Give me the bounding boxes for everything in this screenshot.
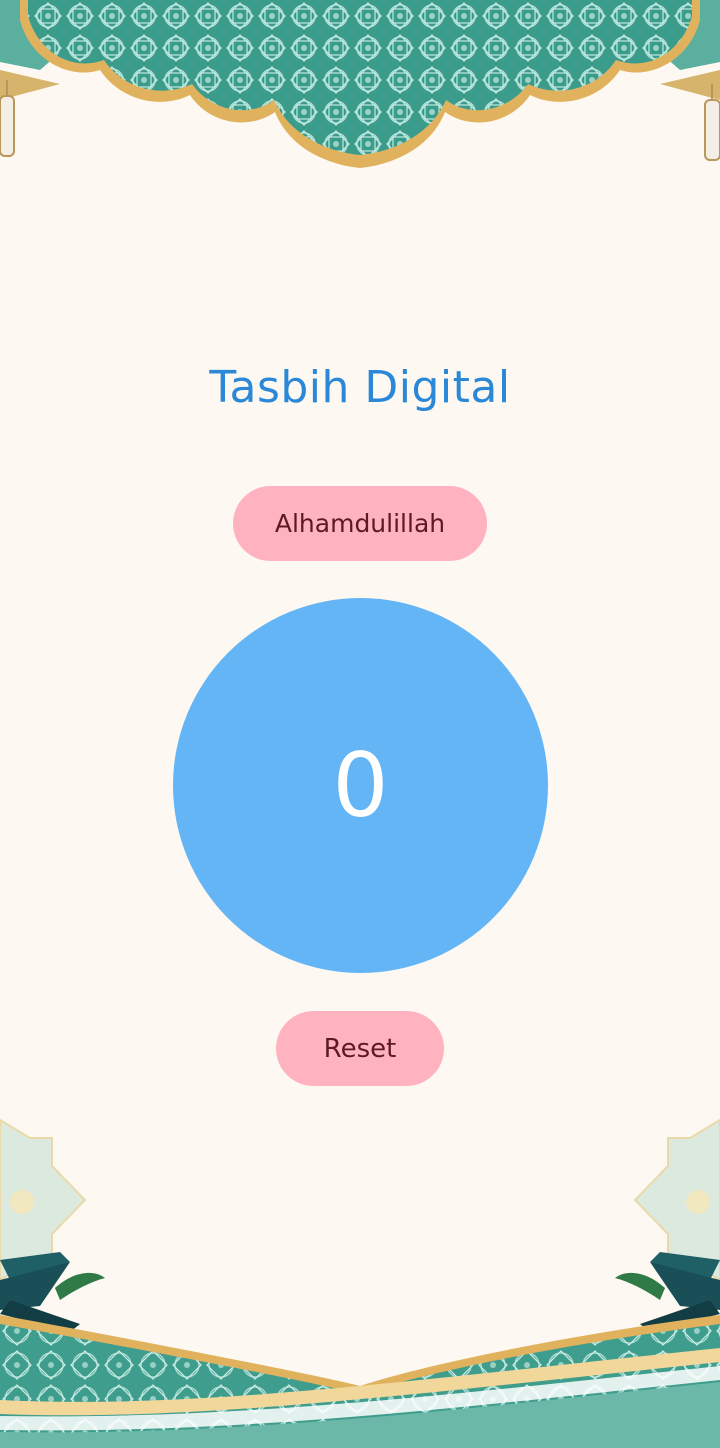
dhikr-label: Alhamdulillah (274, 509, 446, 538)
app-title: Tasbih Digital (209, 362, 511, 413)
dhikr-select-button[interactable]: Alhamdulillah (233, 486, 487, 561)
reset-label: Reset (323, 1033, 397, 1064)
bottom-ornament-icon (0, 1118, 720, 1448)
top-arch-ornament-icon (0, 0, 720, 168)
counter-tap-button[interactable]: 0 (173, 598, 548, 973)
reset-button[interactable]: Reset (276, 1011, 444, 1086)
counter-value: 0 (332, 733, 389, 837)
